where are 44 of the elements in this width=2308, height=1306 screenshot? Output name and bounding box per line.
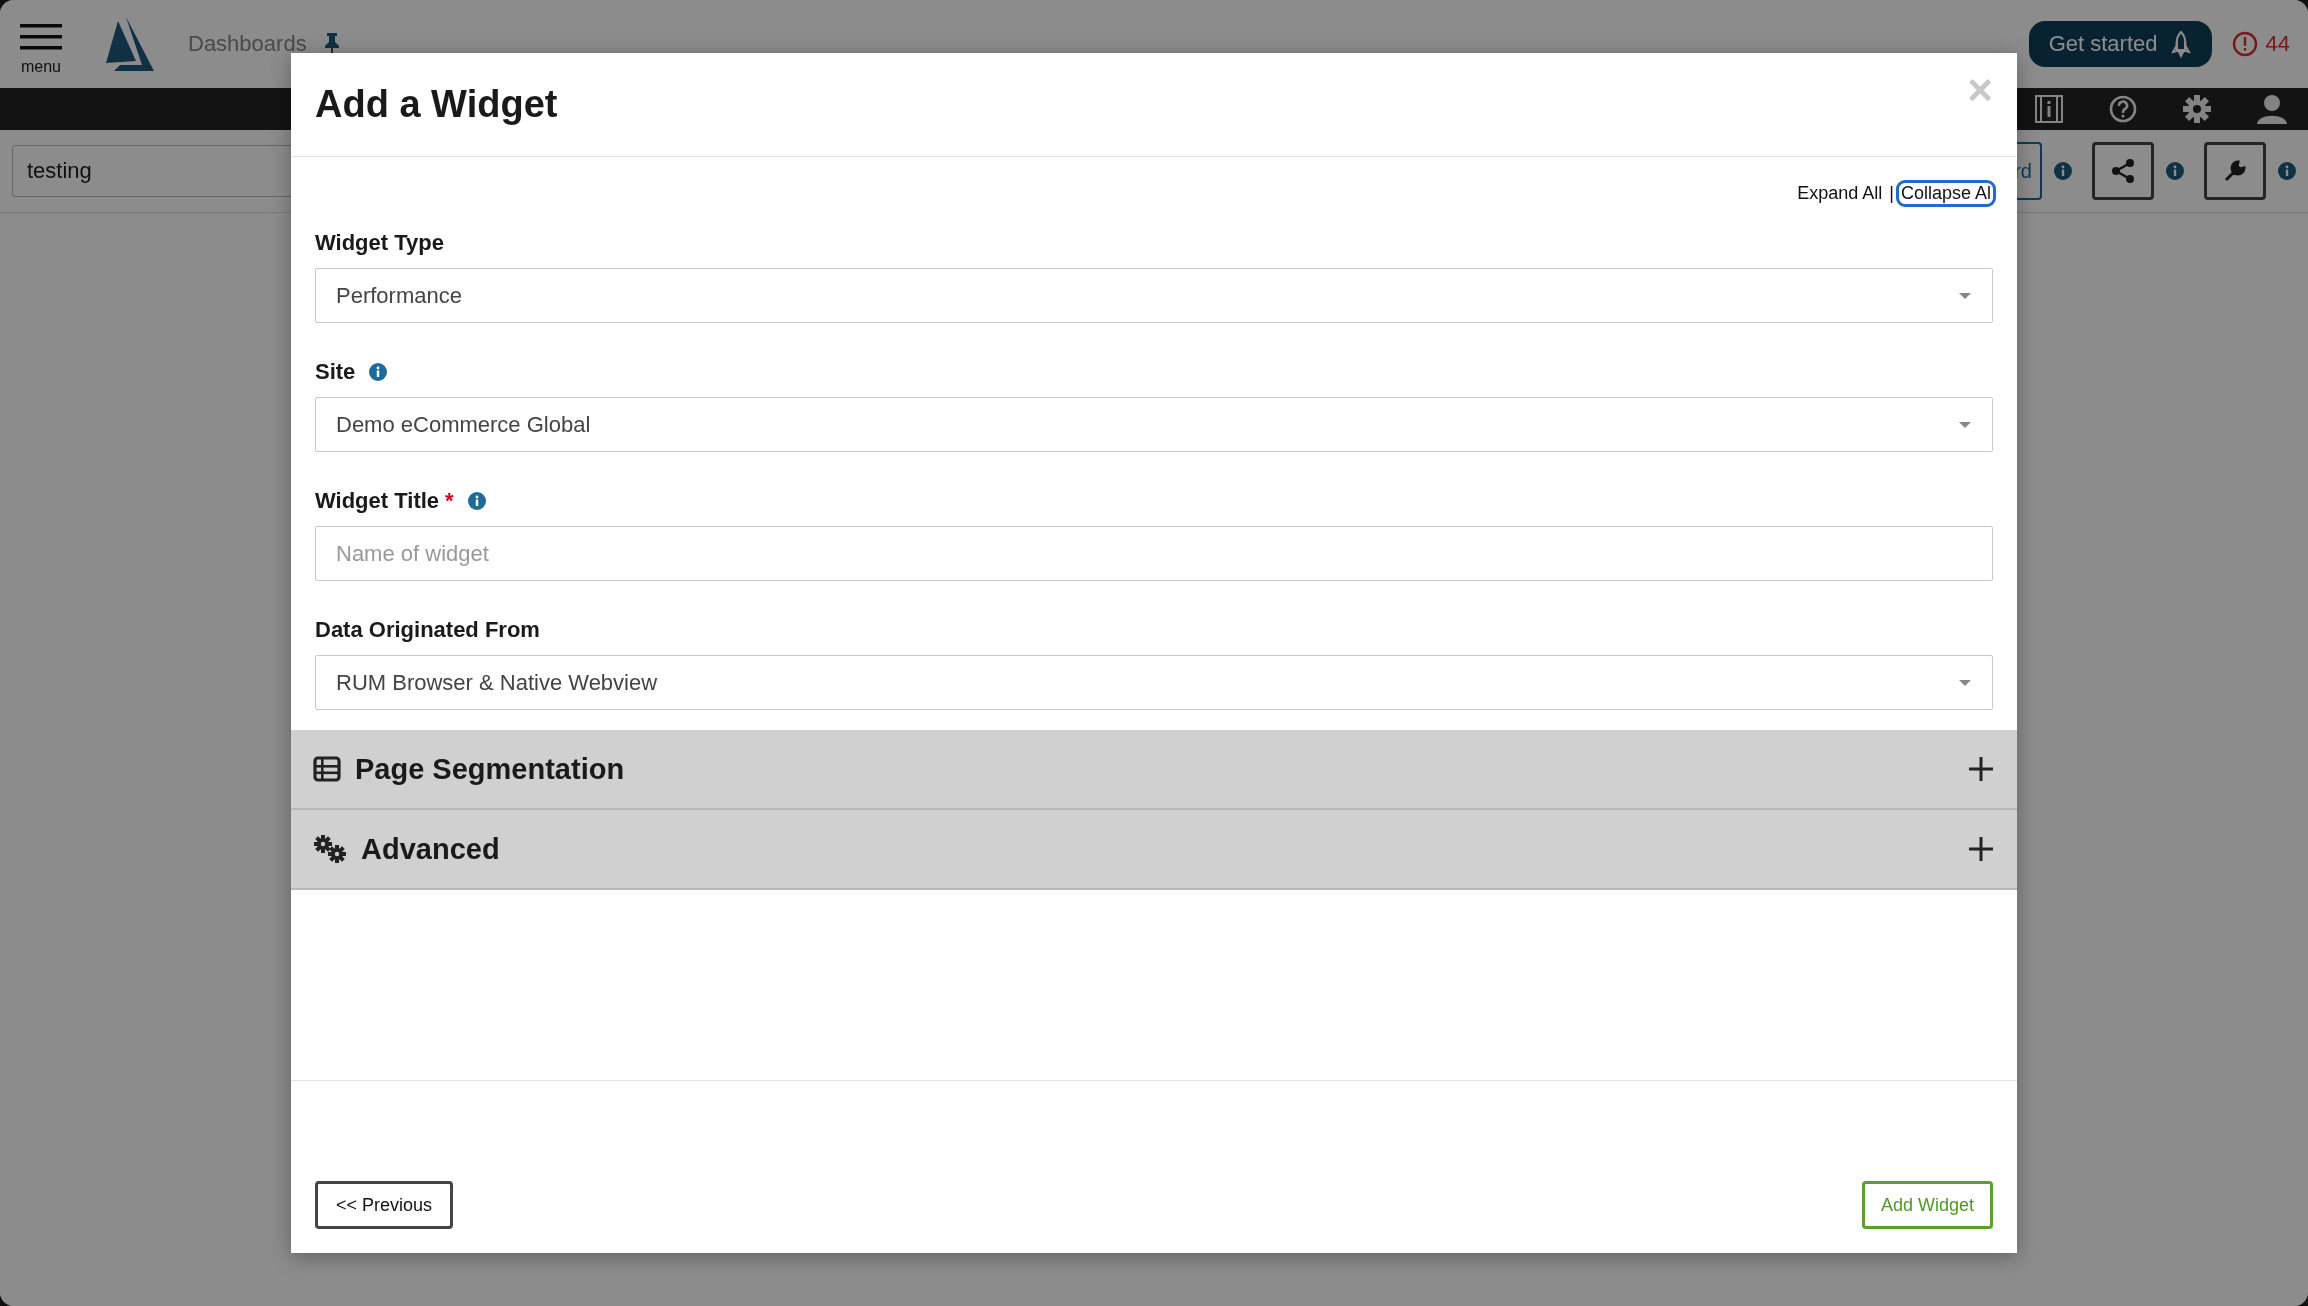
alert-number: 44: [2265, 31, 2290, 57]
field-label: Site: [315, 359, 356, 385]
section-header[interactable]: Advanced: [291, 810, 2017, 890]
dropdown-caret-icon: [1958, 678, 1972, 687]
previous-button[interactable]: << Previous: [315, 1181, 454, 1229]
wrench-icon: [2223, 159, 2247, 183]
collapse-all-link[interactable]: Collapse Al: [1898, 183, 1993, 204]
settings-icon[interactable]: [2182, 94, 2212, 124]
modal-title: Add a Widget: [315, 83, 558, 126]
field-label: Widget Title: [315, 488, 440, 514]
pin-icon[interactable]: [322, 33, 341, 55]
share-icon: [2111, 159, 2135, 183]
menu-icon: [20, 22, 62, 52]
field-label: Data Originated From: [315, 617, 540, 643]
wrench-button[interactable]: [2204, 142, 2266, 200]
select-field[interactable]: Demo eCommerce Global: [315, 397, 1993, 452]
info-icon[interactable]: [2054, 162, 2072, 180]
film-info-icon[interactable]: [2034, 94, 2064, 124]
dropdown-caret-icon: [1958, 291, 1972, 300]
get-started-button[interactable]: Get started: [2028, 21, 2212, 67]
user-icon[interactable]: [2256, 94, 2288, 124]
dropdown-caret-icon: [1958, 420, 1972, 429]
gears-icon: [313, 834, 347, 864]
expand-icon: [1969, 757, 1993, 781]
add-widget-button[interactable]: Add Widget: [1861, 1181, 1993, 1229]
expand-icon: [1969, 837, 1993, 861]
info-icon[interactable]: [467, 492, 486, 510]
share-button[interactable]: [2092, 142, 2154, 200]
info-icon[interactable]: [2278, 162, 2296, 180]
required-mark: *: [445, 488, 454, 514]
info-icon[interactable]: [2166, 162, 2184, 180]
field-label: Widget Type: [315, 230, 444, 256]
section-header[interactable]: Page Segmentation: [291, 730, 2017, 810]
select-field[interactable]: RUM Browser & Native Webview: [315, 655, 1993, 710]
select-field[interactable]: Performance: [315, 268, 1993, 323]
alert-icon: [2231, 31, 2258, 57]
help-icon[interactable]: [2108, 94, 2138, 124]
rocket-icon: [2169, 30, 2192, 58]
info-icon[interactable]: [369, 363, 388, 381]
menu-button[interactable]: menu: [20, 12, 62, 76]
link-separator: |: [1889, 183, 1894, 204]
input-field[interactable]: Name of widget: [315, 526, 1993, 581]
expand-all-link[interactable]: Expand All: [1795, 183, 1885, 204]
table-icon: [313, 756, 341, 782]
